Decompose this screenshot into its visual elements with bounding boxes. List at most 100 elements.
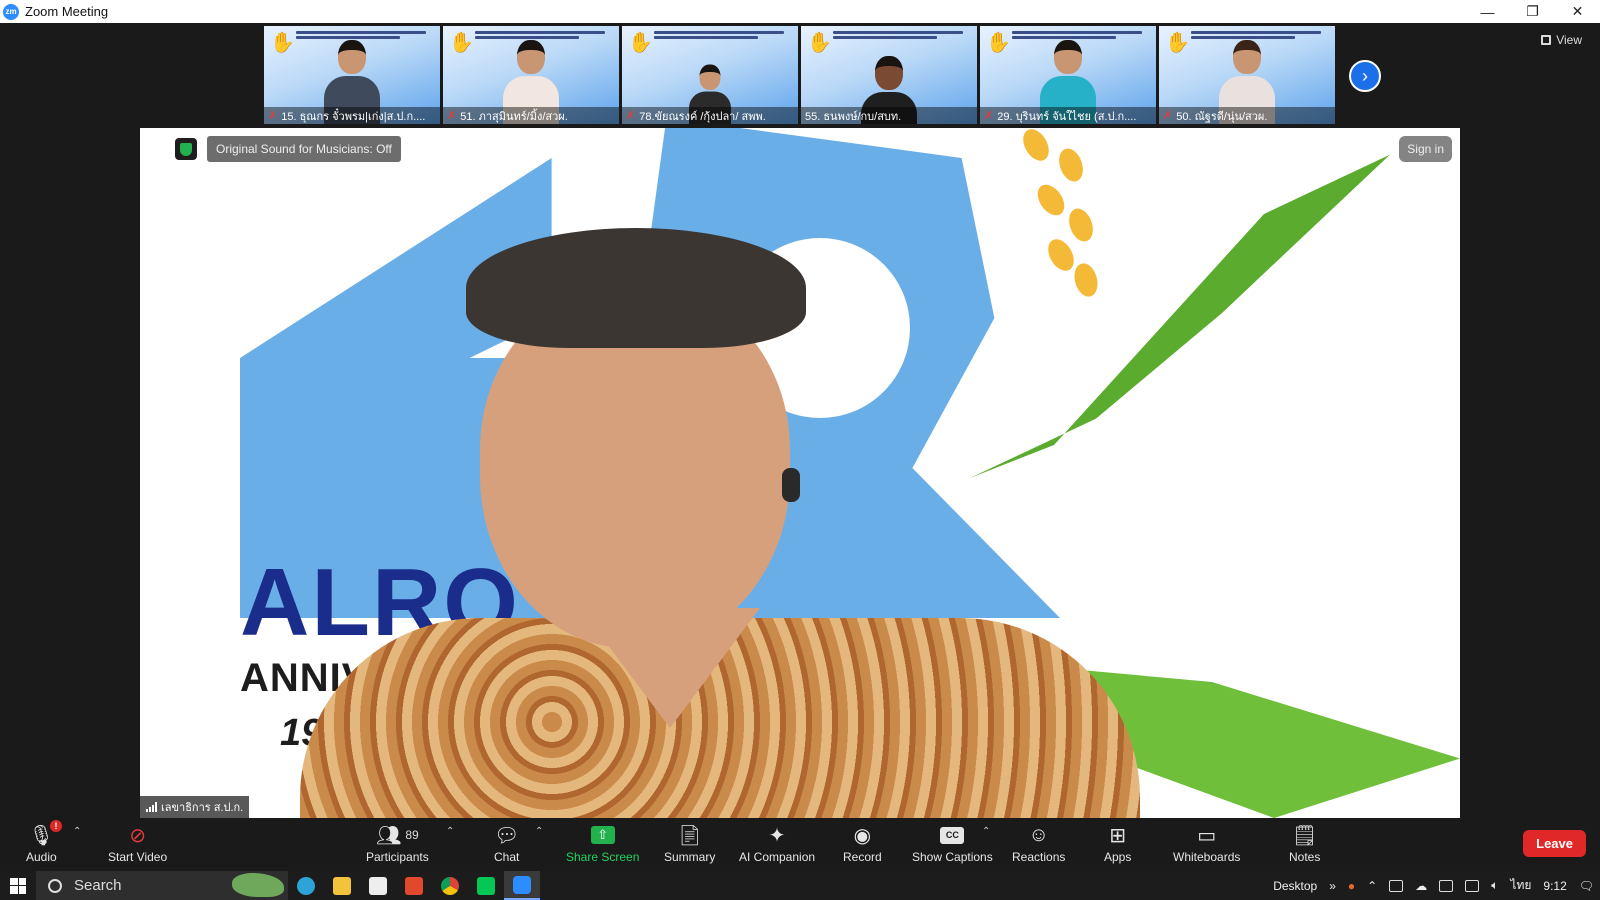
volume-icon[interactable]: 🔈︎ [1491, 878, 1498, 893]
apps-label: Apps [1104, 850, 1132, 864]
summary-label: Summary [664, 850, 716, 864]
chat-options-caret[interactable]: ⌃ [535, 826, 543, 837]
audio-button[interactable]: 🎙︎! Audio [26, 820, 63, 870]
taskbar-office[interactable] [396, 871, 432, 900]
speaker-name: เลขาธิการ ส.ป.ก. [161, 802, 244, 814]
raised-hand-icon: ✋ [986, 32, 1011, 54]
system-tray: Desktop » ● ⌃ ☁ 🔈︎ ไทย 9:12 🗨︎ [1267, 871, 1600, 900]
reactions-label: Reactions [1012, 850, 1066, 864]
participants-count: 89 [405, 828, 419, 842]
participant-tile[interactable]: ✋ ✗ 29. บุรินทร์ จันใไชย (ส.ป.ก.... [980, 26, 1156, 124]
clock[interactable]: 9:12 [1543, 879, 1566, 893]
participant-tile[interactable]: ✋ 55. ธนพงษ์/กบ/สบท. [801, 26, 977, 124]
participant-tile[interactable]: ✋ ✗ 15. ธุณกร จั๋วพรม|เก่ง|ส.ป.ก.... [264, 26, 440, 124]
meeting-area: ✋ ✗ 15. ธุณกร จั๋วพรม|เก่ง|ส.ป.ก.... ✋ ✗ 5… [0, 23, 1600, 818]
audio-warning-badge: ! [50, 820, 63, 832]
search-highlight-image [232, 873, 284, 897]
monitor-icon[interactable] [1439, 879, 1454, 892]
taskbar-zoom[interactable] [504, 871, 540, 900]
start-video-button[interactable]: ⊘ Start Video [108, 822, 167, 870]
window-titlebar: zm Zoom Meeting — ❐ ✕ [0, 0, 1600, 23]
notes-button[interactable]: 🗒︎ Notes [1289, 822, 1320, 870]
close-button[interactable]: ✕ [1555, 0, 1600, 23]
chat-button[interactable]: 💬︎ Chat [494, 822, 519, 870]
original-sound-indicator[interactable]: Original Sound for Musicians: Off [175, 136, 401, 162]
input-language[interactable]: ไทย [1510, 876, 1531, 895]
mic-muted-icon: ✗ [984, 110, 994, 122]
show-captions-label: Show Captions [912, 850, 993, 864]
taskbar-search[interactable]: Search [36, 871, 288, 900]
desktop-toolbar[interactable]: Desktop [1273, 879, 1317, 893]
captions-options-caret[interactable]: ⌃ [982, 826, 990, 837]
start-button[interactable] [0, 871, 36, 900]
participant-name: 51. ภาสุมินทร์/มิ้ง/สวผ. [460, 110, 568, 123]
original-sound-label[interactable]: Original Sound for Musicians: Off [207, 136, 401, 162]
smiley-icon: ☺ [1028, 823, 1049, 846]
rice-grain [1017, 128, 1055, 166]
onedrive-icon[interactable]: ☁ [1415, 879, 1427, 893]
active-speaker-video: ALRO ANNIVERSAR 1975 Original Sound for … [140, 128, 1460, 818]
taskbar-edge[interactable] [288, 871, 324, 900]
chat-bubble-icon: 💬︎ [494, 824, 520, 847]
whiteboard-icon: ▭ [1197, 824, 1217, 847]
audio-options-caret[interactable]: ⌃ [73, 826, 81, 837]
zoom-icon [513, 875, 531, 894]
view-button[interactable]: View [1541, 33, 1582, 47]
banner-graphic [654, 31, 784, 45]
action-center-icon[interactable]: 🗨︎ [1579, 879, 1594, 893]
participant-tile[interactable]: ✋ ✗ 51. ภาสุมินทร์/มิ้ง/สวผ. [443, 26, 619, 124]
next-page-button[interactable]: › [1349, 60, 1381, 92]
participant-name-bar: ✗ 50. ณัฐรดี/นุ่น/สวผ. [1159, 107, 1335, 124]
ai-companion-button[interactable]: ✦ AI Companion [739, 822, 815, 870]
participants-options-caret[interactable]: ⌃ [446, 826, 454, 837]
notes-label: Notes [1289, 850, 1321, 864]
participant-tile[interactable]: ✋ ✗ 78.ขัยณรงค์ /กุ้งปลา/ สพพ. [622, 26, 798, 124]
start-video-label: Start Video [108, 850, 168, 864]
taskbar-chrome[interactable] [432, 871, 468, 900]
reactions-button[interactable]: ☺ Reactions [1012, 822, 1065, 870]
taskbar-store[interactable] [360, 871, 396, 900]
windows-logo-icon [10, 877, 26, 894]
participants-icon: 👥︎ [375, 824, 402, 847]
zoom-app-icon: zm [3, 3, 19, 20]
store-icon [369, 876, 387, 895]
notification-app-icon[interactable]: ● [1348, 879, 1355, 893]
rice-grain [1032, 179, 1070, 221]
participant-tile[interactable]: ✋ ✗ 50. ณัฐรดี/นุ่น/สวผ. [1159, 26, 1335, 124]
search-icon [48, 878, 62, 893]
participant-name-bar: ✗ 51. ภาสุมินทร์/มิ้ง/สวผ. [443, 107, 619, 124]
participants-button[interactable]: 👥︎ 89 Participants [366, 822, 429, 870]
os-taskbar: Search Desktop » ● ⌃ ☁ 🔈︎ ไทย 9:12 🗨︎ [0, 871, 1600, 900]
participant-name: 78.ขัยณรงค์ /กุ้งปลา/ สพพ. [639, 110, 766, 123]
taskbar-line[interactable] [468, 871, 504, 900]
sign-in-button[interactable]: Sign in [1399, 136, 1452, 162]
meet-now-icon[interactable] [1389, 879, 1404, 892]
apps-icon: ⊞ [1109, 824, 1127, 847]
search-placeholder: Search [74, 877, 122, 894]
toolbar-chevron[interactable]: » [1329, 879, 1336, 893]
show-hidden-icons-icon[interactable]: ⌃ [1367, 879, 1377, 893]
edge-icon [297, 876, 315, 895]
mic-muted-icon: ✗ [626, 110, 636, 122]
ai-companion-label: AI Companion [739, 850, 816, 864]
whiteboards-button[interactable]: ▭ Whiteboards [1173, 822, 1240, 870]
taskbar-file-explorer[interactable] [324, 871, 360, 900]
record-button[interactable]: ◉ Record [843, 822, 882, 870]
office-icon [405, 876, 423, 895]
raised-hand-icon: ✋ [807, 32, 832, 54]
share-screen-button[interactable]: ⇧ Share Screen [566, 822, 639, 870]
record-icon: ◉ [853, 824, 872, 847]
folder-icon [333, 876, 351, 895]
participant-name: 29. บุรินทร์ จันใไชย (ส.ป.ก.... [997, 110, 1137, 123]
window-controls: — ❐ ✕ [1465, 0, 1600, 23]
mic-muted-icon: ✗ [447, 110, 457, 122]
apps-button[interactable]: ⊞ Apps [1104, 822, 1131, 870]
minimize-button[interactable]: — [1465, 0, 1510, 23]
summary-icon: 📄︎ [676, 824, 703, 847]
show-captions-button[interactable]: CC Show Captions [912, 822, 993, 870]
leave-button[interactable]: Leave [1523, 830, 1586, 857]
summary-button[interactable]: 📄︎ Summary [664, 822, 715, 870]
network-icon[interactable] [1465, 879, 1480, 892]
participant-name: 50. ณัฐรดี/นุ่น/สวผ. [1176, 110, 1268, 123]
restore-button[interactable]: ❐ [1510, 0, 1555, 23]
